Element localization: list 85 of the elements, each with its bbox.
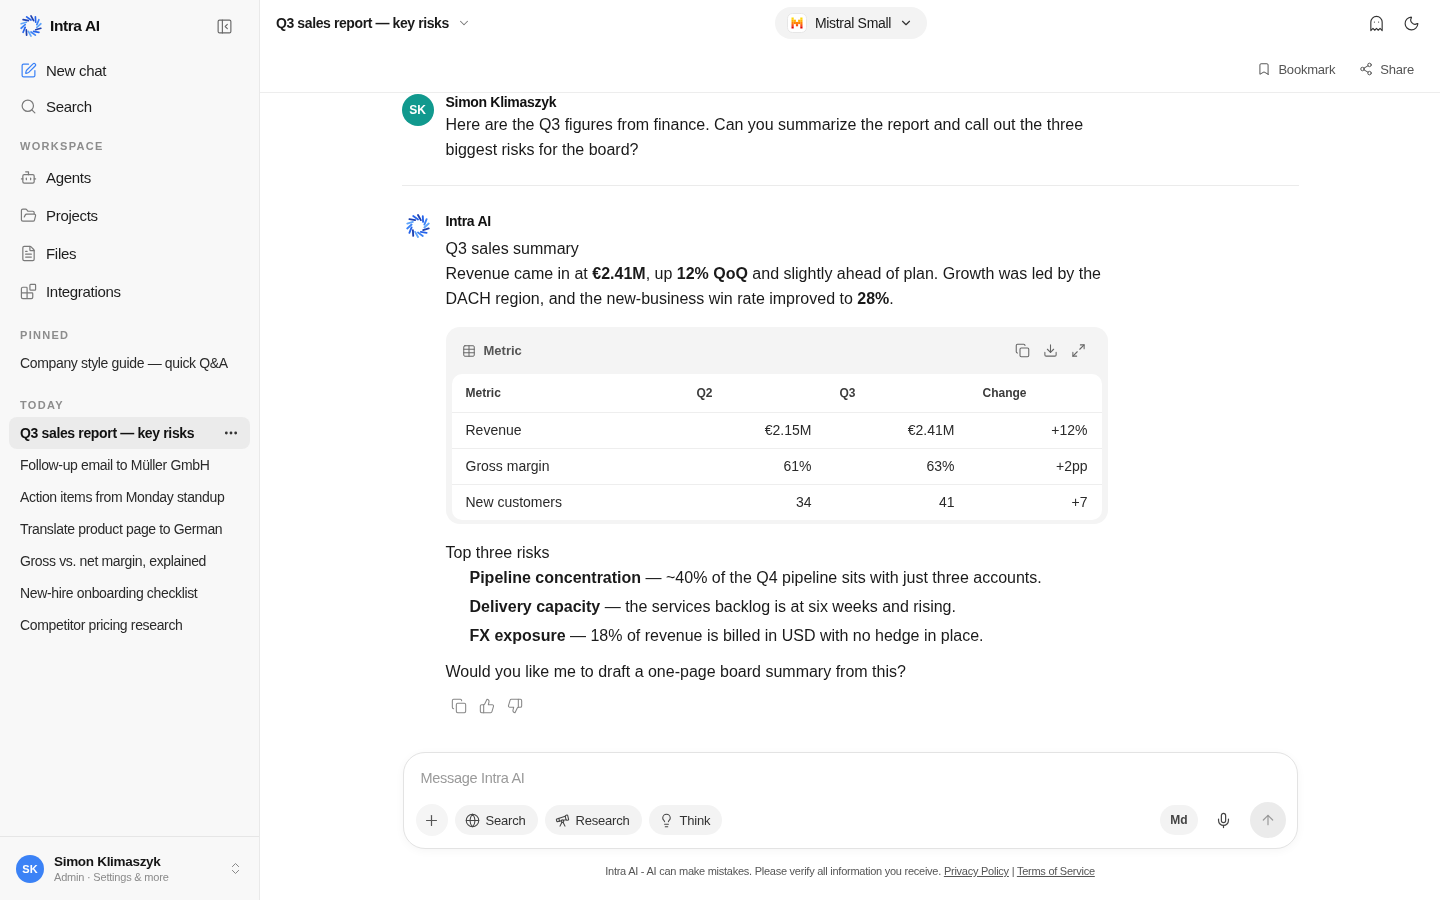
dark-mode-icon[interactable]: [1403, 14, 1420, 32]
chat-history-item[interactable]: Translate product page to German: [9, 513, 250, 545]
table-cell: +7: [968, 484, 1102, 520]
section-heading: WORKSPACE: [19, 139, 105, 154]
header-action[interactable]: Bookmark: [1257, 61, 1336, 77]
table-cell: 61%: [682, 448, 826, 484]
copy-icon[interactable]: [450, 698, 467, 714]
expand-icon[interactable]: [1070, 343, 1086, 358]
table-cell: 63%: [825, 448, 969, 484]
user-name: Simon Klimaszyk: [54, 854, 162, 869]
model-logo-icon: [786, 13, 807, 33]
chat-history-item[interactable]: Q3 sales report — key risks: [9, 417, 250, 449]
folder-icon: [20, 206, 37, 224]
terms-link[interactable]: Terms of Service: [1016, 865, 1095, 877]
thumbs-up-icon[interactable]: [478, 698, 495, 714]
chat-title-dropdown[interactable]: Q3 sales report — key risks: [276, 15, 471, 31]
message-text: Would you like me to draft a one-page board summary from this?: [445, 662, 907, 682]
microphone-icon[interactable]: [1215, 811, 1232, 829]
robot-icon: [20, 168, 37, 186]
table-cell: +12%: [968, 412, 1102, 448]
sidebar-item[interactable]: Search: [9, 88, 250, 124]
sidebar-item[interactable]: Integrations: [9, 272, 250, 310]
table-cell: Revenue: [451, 412, 683, 448]
model-selector[interactable]: Mistral Small: [774, 7, 928, 39]
edit-icon: [20, 61, 37, 79]
user-avatar: SK: [16, 854, 44, 883]
column-header: Change: [968, 374, 1102, 412]
globe-icon: [464, 812, 480, 828]
header-action[interactable]: Share: [1359, 61, 1414, 77]
message-text: Q3 sales summary: [445, 239, 580, 259]
message-text: Revenue came in at €2.41M, up 12% QoQ and slightly ahead of plan. Growth was led by the DACH region, and the new-business win rate improved to 28%.: [445, 264, 1102, 309]
list-item: Pipeline concentration — ~40% of the Q4 pipeline sits with just three accounts.: [469, 568, 1043, 588]
logo-icon: [405, 214, 430, 238]
table-cell: €2.41M: [825, 412, 969, 448]
column-header: Metric: [451, 374, 683, 412]
table-cell: 34: [682, 484, 826, 520]
section-heading: PINNED: [19, 328, 71, 343]
download-icon[interactable]: [1042, 343, 1058, 358]
message-text: Top three risks: [445, 543, 551, 563]
sidebar-item[interactable]: Files: [9, 234, 250, 272]
format-button[interactable]: Md: [1160, 805, 1198, 835]
chat-history-item[interactable]: Follow-up email to Müller GmbH: [9, 449, 250, 481]
table-cell: Gross margin: [451, 448, 683, 484]
sidebar-toggle-icon[interactable]: [216, 17, 233, 35]
chat-history-item[interactable]: Gross vs. net margin, explained: [9, 545, 250, 577]
column-header: Q3: [825, 374, 969, 412]
document-icon: [20, 244, 37, 262]
share-icon: [1359, 62, 1374, 76]
tool-button[interactable]: Search: [454, 805, 538, 835]
tool-button[interactable]: Think: [648, 805, 723, 835]
user-subtitle: Admin · Settings & more: [54, 871, 170, 883]
author-name: Intra AI: [445, 212, 492, 231]
sidebar-item[interactable]: New chat: [9, 52, 250, 88]
table-cell: New customers: [451, 484, 683, 520]
table-icon: [461, 343, 476, 358]
chat-history-item[interactable]: Competitor pricing research: [9, 609, 250, 641]
message-input[interactable]: Message Intra AI: [415, 766, 1286, 790]
user-avatar: SK: [401, 94, 434, 126]
chat-history-item[interactable]: Action items from Monday standup: [9, 481, 250, 513]
table-cell: 41: [825, 484, 969, 520]
copy-icon[interactable]: [1014, 343, 1030, 358]
search-icon: [20, 97, 37, 115]
section-heading: TODAY: [19, 398, 65, 413]
logo-icon: [20, 15, 42, 37]
tool-button[interactable]: Research: [544, 805, 642, 835]
thumbs-down-icon[interactable]: [506, 698, 523, 714]
message-text: Here are the Q3 figures from finance. Can you summarize the report and call out the three biggest risks for the board?: [445, 115, 1085, 160]
list-item: FX exposure — 18% of revenue is billed in USD with no hedge in place.: [469, 626, 985, 646]
bookmark-icon: [1257, 62, 1272, 76]
table-title: Metric: [483, 343, 523, 358]
list-item: Delivery capacity — the services backlog is at six weeks and rising.: [469, 597, 957, 617]
sidebar-item[interactable]: Projects: [9, 196, 250, 234]
column-header: Q2: [682, 374, 826, 412]
brand-name: Intra AI: [50, 17, 100, 35]
privacy-policy-link[interactable]: Privacy Policy: [943, 865, 1009, 877]
chat-history-item[interactable]: New-hire onboarding checklist: [9, 577, 250, 609]
author-name: Simon Klimaszyk: [445, 94, 558, 110]
chat-history-item[interactable]: Company style guide — quick Q&A: [9, 347, 250, 379]
table-cell: +2pp: [968, 448, 1102, 484]
blocks-icon: [20, 282, 37, 300]
table-cell: €2.15M: [682, 412, 826, 448]
disclaimer-text: Intra AI - AI can make mistakes. Please verify all information you receive. Privacy Policy | Terms of Service: [604, 864, 1096, 879]
sidebar-item[interactable]: Agents: [9, 158, 250, 196]
ghost-icon[interactable]: [1368, 14, 1385, 32]
telescope-icon: [554, 812, 570, 828]
